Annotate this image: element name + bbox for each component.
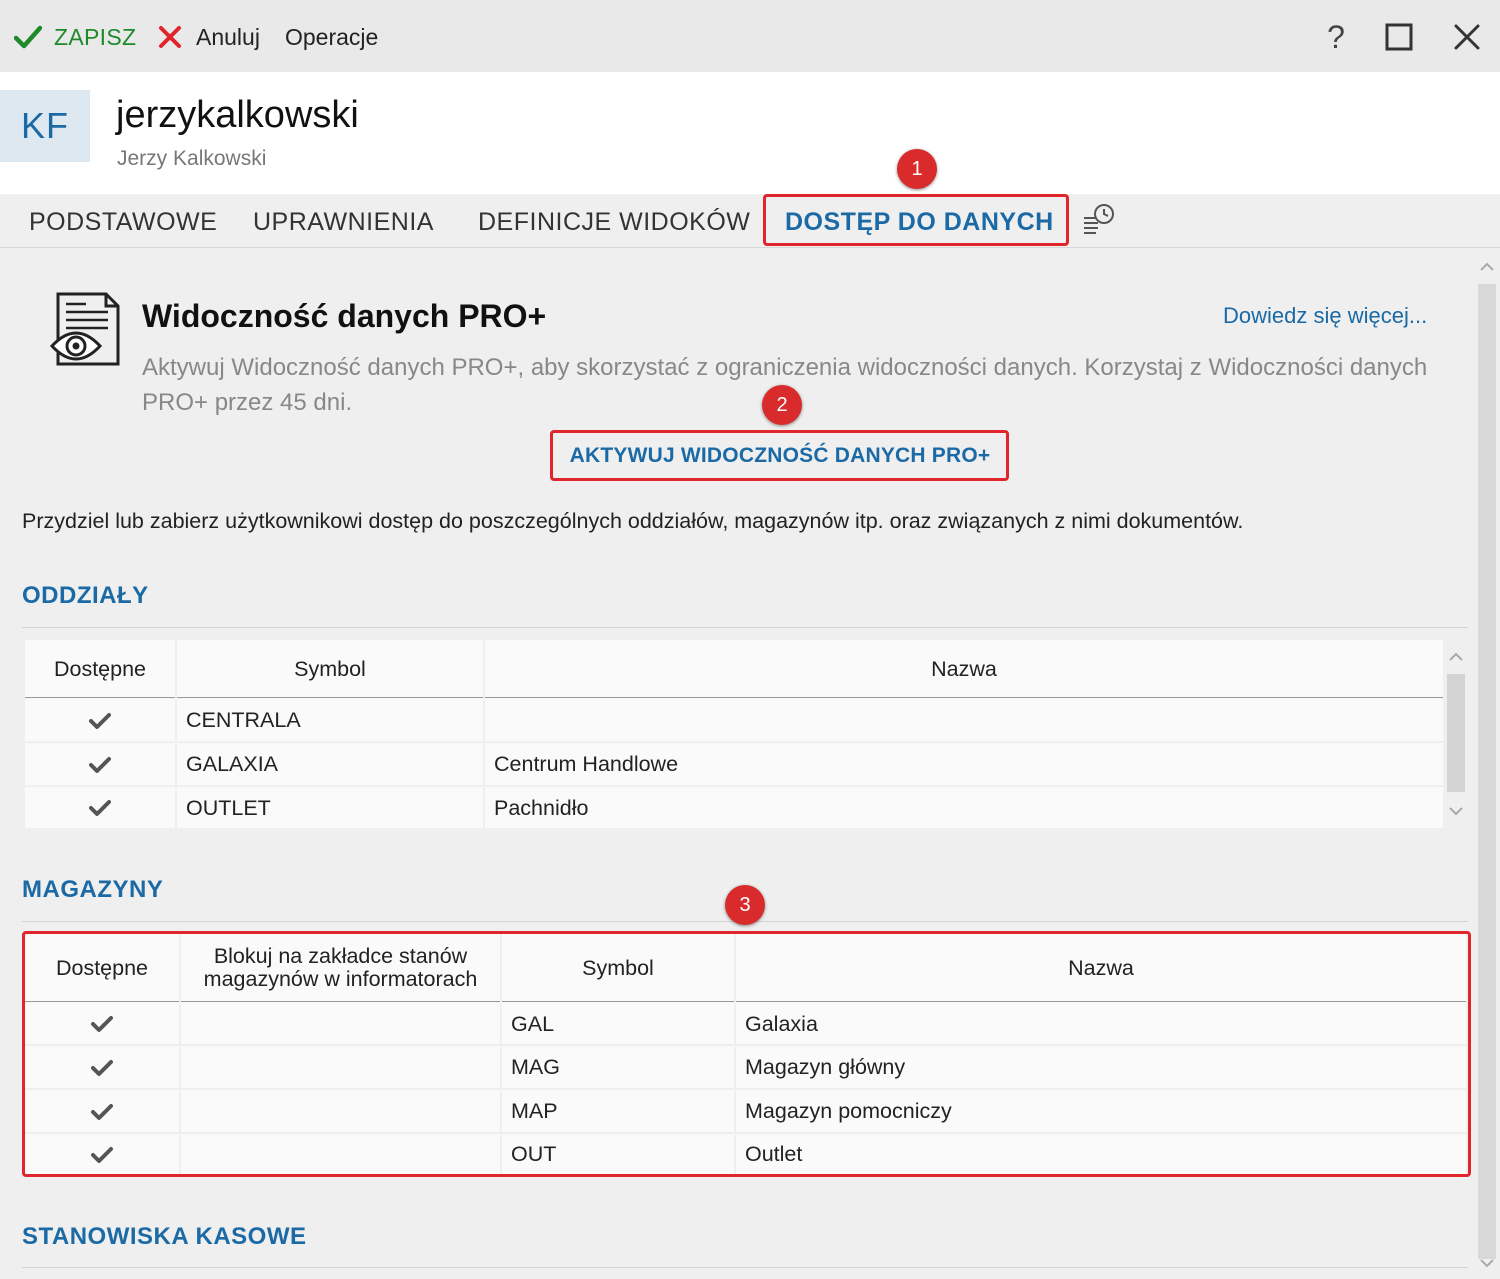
table-row[interactable]: GAL Galaxia bbox=[25, 1004, 1466, 1046]
cancel-button[interactable]: Anuluj bbox=[158, 20, 260, 54]
branch-symbol: OUTLET bbox=[177, 788, 485, 828]
scroll-up-icon[interactable] bbox=[1447, 648, 1465, 666]
history-button[interactable] bbox=[1082, 202, 1116, 236]
column-header-available[interactable]: Dostępne bbox=[25, 934, 181, 1002]
branch-name: Pachnidło bbox=[494, 795, 589, 820]
learn-more-link[interactable]: Dowiedz się więcej... bbox=[1223, 303, 1427, 329]
available-check-icon[interactable] bbox=[25, 1047, 181, 1088]
divider bbox=[22, 1267, 1468, 1268]
save-label: ZAPISZ bbox=[54, 23, 137, 50]
tab-bar: PODSTAWOWE UPRAWNIENIA DEFINICJE WIDOKÓW… bbox=[0, 194, 1500, 248]
column-header-available[interactable]: Dostępne bbox=[25, 640, 177, 698]
scroll-down-icon[interactable] bbox=[1447, 802, 1465, 820]
pos-section-title: STANOWISKA KASOWE bbox=[22, 1223, 307, 1250]
operations-label: Operacje bbox=[285, 23, 379, 50]
table-row[interactable]: OUTLET Pachnidło bbox=[25, 788, 1443, 828]
avatar: KF bbox=[0, 90, 90, 162]
warehouse-name: Galaxia bbox=[745, 1011, 818, 1036]
cancel-label: Anuluj bbox=[196, 23, 260, 50]
table-row[interactable]: OUT Outlet bbox=[25, 1135, 1466, 1174]
user-full-name: Jerzy Kalkowski bbox=[117, 147, 267, 170]
block-cell[interactable] bbox=[181, 1047, 502, 1088]
warehouse-symbol: MAG bbox=[502, 1047, 736, 1088]
close-button[interactable] bbox=[1452, 18, 1482, 56]
annotation-badge-2: 2 bbox=[762, 385, 802, 425]
available-check-icon[interactable] bbox=[25, 788, 177, 828]
tab-permissions[interactable]: UPRAWNIENIA bbox=[253, 208, 434, 237]
warehouse-name: Outlet bbox=[745, 1142, 803, 1166]
operations-menu[interactable]: Operacje bbox=[285, 20, 378, 54]
warehouse-symbol: GAL bbox=[502, 1004, 736, 1044]
table-header: Dostępne Symbol Nazwa bbox=[25, 640, 1443, 698]
branches-table: Dostępne Symbol Nazwa CENTRALA GALAXIA C… bbox=[25, 640, 1443, 828]
warehouses-section-title: MAGAZYNY bbox=[22, 876, 164, 903]
help-icon: ? bbox=[1327, 18, 1345, 55]
branch-name: Centrum Handlowe bbox=[494, 752, 679, 776]
column-header-name[interactable]: Nazwa bbox=[485, 640, 1443, 698]
warehouse-name: Magazyn pomocniczy bbox=[745, 1099, 952, 1123]
warehouses-table: Dostępne Blokuj na zakładce stanów magaz… bbox=[25, 934, 1466, 1174]
scroll-up-icon[interactable] bbox=[1478, 258, 1496, 276]
block-cell[interactable] bbox=[181, 1135, 502, 1174]
toolbar: ZAPISZ Anuluj Operacje ? bbox=[0, 0, 1500, 72]
tab-view-definitions[interactable]: DEFINICJE WIDOKÓW bbox=[478, 208, 750, 237]
pro-panel-title: Widoczność danych PRO+ bbox=[142, 298, 547, 334]
block-cell[interactable] bbox=[181, 1004, 502, 1044]
branches-scrollbar-thumb[interactable] bbox=[1447, 674, 1465, 792]
table-row[interactable]: CENTRALA bbox=[25, 700, 1443, 743]
branches-section-title: ODDZIAŁY bbox=[22, 582, 149, 609]
maximize-button[interactable] bbox=[1384, 18, 1414, 56]
available-check-icon[interactable] bbox=[25, 1004, 181, 1044]
available-check-icon[interactable] bbox=[25, 1135, 181, 1174]
warehouse-symbol: MAP bbox=[502, 1091, 736, 1132]
user-header: KF jerzykalkowski Jerzy Kalkowski bbox=[0, 72, 1500, 194]
table-row[interactable]: GALAXIA Centrum Handlowe bbox=[25, 744, 1443, 787]
close-icon bbox=[1454, 24, 1480, 50]
divider bbox=[22, 627, 1468, 628]
branches-table-scrollbar[interactable] bbox=[1445, 640, 1467, 828]
column-header-block[interactable]: Blokuj na zakładce stanów magazynów w in… bbox=[181, 934, 502, 1002]
cross-icon bbox=[159, 26, 181, 48]
main-scrollbar-thumb[interactable] bbox=[1478, 284, 1496, 1259]
user-login: jerzykalkowski bbox=[116, 94, 359, 136]
save-button[interactable]: ZAPISZ bbox=[14, 20, 136, 54]
available-check-icon[interactable] bbox=[25, 700, 177, 741]
help-button[interactable]: ? bbox=[1322, 18, 1350, 56]
history-icon bbox=[1084, 204, 1114, 234]
table-header: Dostępne Blokuj na zakładce stanów magaz… bbox=[25, 934, 1466, 1002]
block-cell[interactable] bbox=[181, 1091, 502, 1132]
annotation-badge-1: 1 bbox=[897, 149, 937, 189]
branch-symbol: GALAXIA bbox=[177, 744, 485, 785]
available-check-icon[interactable] bbox=[25, 744, 177, 785]
warehouse-symbol: OUT bbox=[502, 1135, 736, 1174]
column-header-symbol[interactable]: Symbol bbox=[177, 640, 485, 698]
branch-symbol: CENTRALA bbox=[177, 700, 485, 741]
tab-basic[interactable]: PODSTAWOWE bbox=[29, 208, 217, 237]
annotation-badge-3: 3 bbox=[725, 885, 765, 925]
column-header-name[interactable]: Nazwa bbox=[736, 934, 1466, 1002]
intro-text: Przydziel lub zabierz użytkownikowi dost… bbox=[22, 509, 1244, 533]
warehouse-name: Magazyn główny bbox=[745, 1055, 906, 1079]
maximize-icon bbox=[1385, 23, 1413, 51]
column-header-symbol[interactable]: Symbol bbox=[502, 934, 736, 1002]
available-check-icon[interactable] bbox=[25, 1091, 181, 1132]
tab-data-access[interactable]: DOSTĘP DO DANYCH bbox=[785, 208, 1054, 237]
activate-pro-button[interactable]: AKTYWUJ WIDOCZNOŚĆ DANYCH PRO+ bbox=[553, 433, 1007, 479]
table-row[interactable]: MAP Magazyn pomocniczy bbox=[25, 1091, 1466, 1134]
main-scrollbar[interactable] bbox=[1476, 258, 1498, 1273]
data-visibility-icon bbox=[49, 292, 122, 368]
scroll-down-icon[interactable] bbox=[1478, 1254, 1496, 1272]
checkmark-icon bbox=[14, 25, 42, 49]
table-row[interactable]: MAG Magazyn główny bbox=[25, 1047, 1466, 1090]
branch-name bbox=[485, 700, 1443, 741]
